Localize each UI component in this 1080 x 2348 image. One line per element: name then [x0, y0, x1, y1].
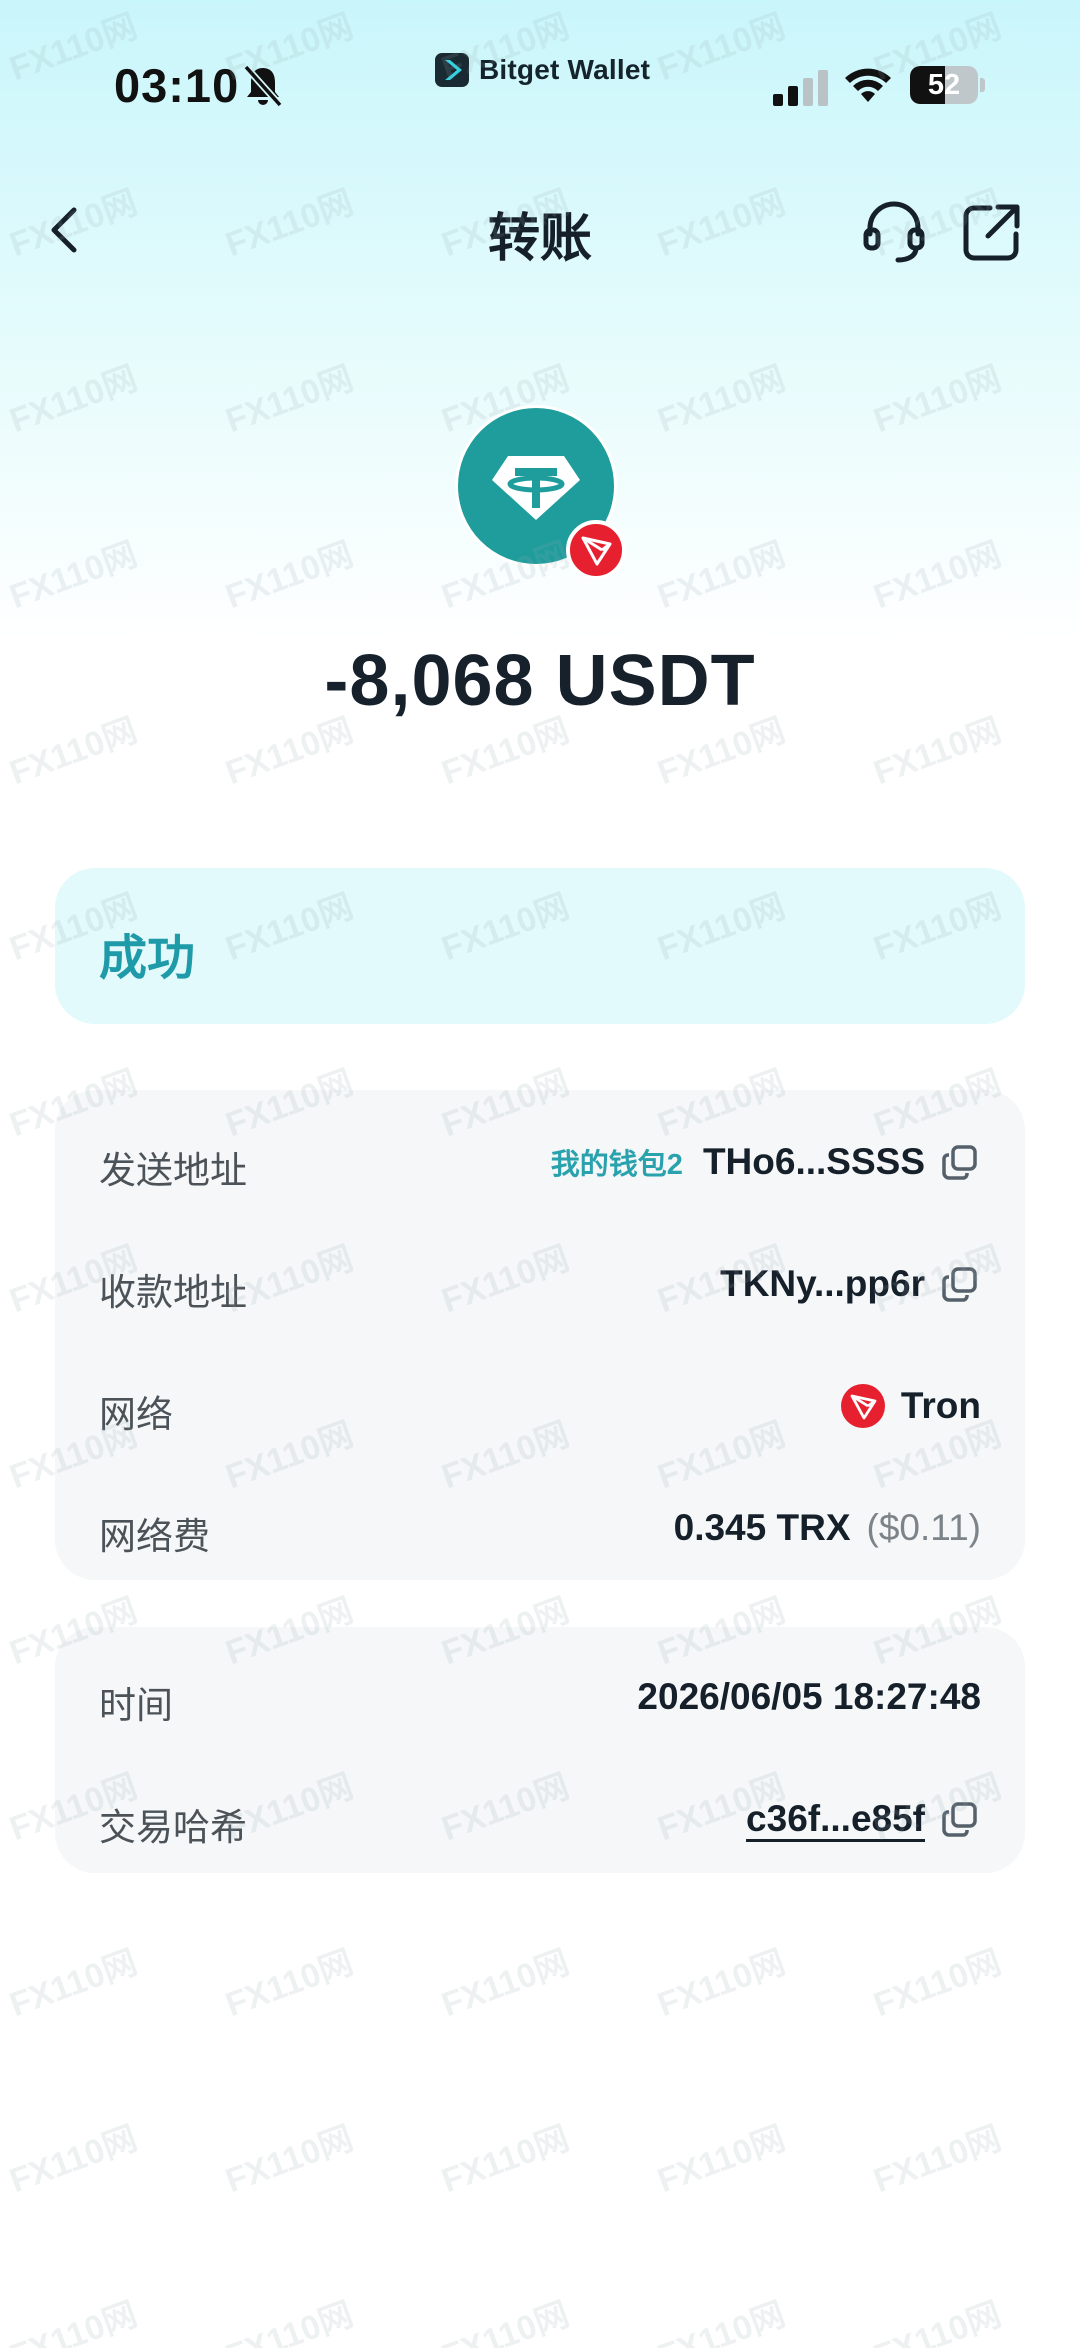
watermark-text: FX110网 [868, 359, 1007, 441]
transfer-amount: -8,068 USDT [324, 641, 756, 721]
brand: Bitget Wallet [435, 50, 650, 90]
copy-icon[interactable] [939, 1798, 981, 1840]
detail-row-network: 网络 Tron [99, 1376, 981, 1436]
header: 转账 [0, 180, 1080, 280]
brand-name: Bitget Wallet [479, 54, 651, 85]
detail-row-sender: 发送地址 我的钱包2 THo6...SSSS [99, 1132, 981, 1192]
watermark-text: FX110网 [436, 2119, 575, 2201]
status-bar: 03:10 Bitget Wallet 52 [0, 0, 1080, 170]
status-time: 03:10 [114, 59, 240, 112]
cellular-signal-icon [773, 70, 828, 106]
status-card: 成功 [55, 868, 1025, 1024]
hash-label: 交易哈希 [99, 1807, 247, 1848]
watermark-text: FX110网 [4, 2119, 143, 2201]
transaction-hash-link[interactable]: c36f...e85f [746, 1798, 925, 1840]
time-label: 时间 [99, 1685, 173, 1726]
watermark-text: FX110网 [868, 2295, 1007, 2348]
bitget-logo-icon [435, 53, 469, 87]
bell-muted-icon [243, 64, 283, 108]
battery-indicator: 52 [910, 66, 985, 104]
details-card: 发送地址 我的钱包2 THo6...SSSS 收款地址 TKNy...pp6r … [55, 1090, 1025, 1580]
watermark-text: FX110网 [652, 1943, 791, 2025]
recipient-label: 收款地址 [99, 1272, 247, 1313]
watermark-text: FX110网 [4, 1943, 143, 2025]
customer-support-icon[interactable] [862, 200, 926, 264]
transaction-card: 时间 2026/06/05 18:27:48 交易哈希 c36f...e85f [55, 1627, 1025, 1873]
copy-icon[interactable] [939, 1263, 981, 1305]
battery-level: 52 [927, 69, 961, 101]
watermark-text: FX110网 [652, 535, 791, 617]
sender-label: 发送地址 [99, 1150, 247, 1191]
fee-amount: 0.345 TRX [673, 1507, 851, 1548]
watermark-text: FX110网 [868, 535, 1007, 617]
watermark-text: FX110网 [652, 2119, 791, 2201]
tron-badge-icon [566, 520, 626, 580]
watermark-text: FX110网 [220, 359, 359, 441]
time-value: 2026/06/05 18:27:48 [637, 1676, 981, 1717]
watermark-text: FX110网 [4, 2295, 143, 2348]
watermark-text: FX110网 [868, 1943, 1007, 2025]
network-name: Tron [900, 1385, 981, 1426]
watermark-text: FX110网 [220, 2295, 359, 2348]
watermark-text: FX110网 [436, 1943, 575, 2025]
detail-row-fee: 网络费 0.345 TRX ($0.11) [99, 1498, 981, 1558]
tron-icon [840, 1384, 885, 1428]
share-icon[interactable] [960, 200, 1024, 264]
fee-usd: ($0.11) [866, 1507, 982, 1548]
watermark-text: FX110网 [652, 359, 791, 441]
watermark-text: FX110网 [4, 359, 143, 441]
wallet-tag: 我的钱包2 [550, 1149, 683, 1181]
recipient-address: TKNy...pp6r [720, 1263, 925, 1304]
detail-row-hash: 交易哈希 c36f...e85f [99, 1789, 981, 1849]
network-label: 网络 [99, 1394, 173, 1435]
detail-row-recipient: 收款地址 TKNy...pp6r [99, 1254, 981, 1314]
watermark-text: FX110网 [868, 2119, 1007, 2201]
watermark-text: FX110网 [220, 535, 359, 617]
fee-label: 网络费 [99, 1516, 210, 1557]
watermark-text: FX110网 [652, 2295, 791, 2348]
sender-address: THo6...SSSS [702, 1141, 925, 1182]
wifi-icon [845, 68, 891, 102]
status-badge: 成功 [99, 932, 196, 985]
copy-icon[interactable] [939, 1141, 981, 1183]
watermark-text: FX110网 [436, 2295, 575, 2348]
watermark-text: FX110网 [220, 2119, 359, 2201]
watermark-text: FX110网 [4, 535, 143, 617]
watermark-text: FX110网 [220, 1943, 359, 2025]
detail-row-time: 时间 2026/06/05 18:27:48 [99, 1667, 981, 1727]
